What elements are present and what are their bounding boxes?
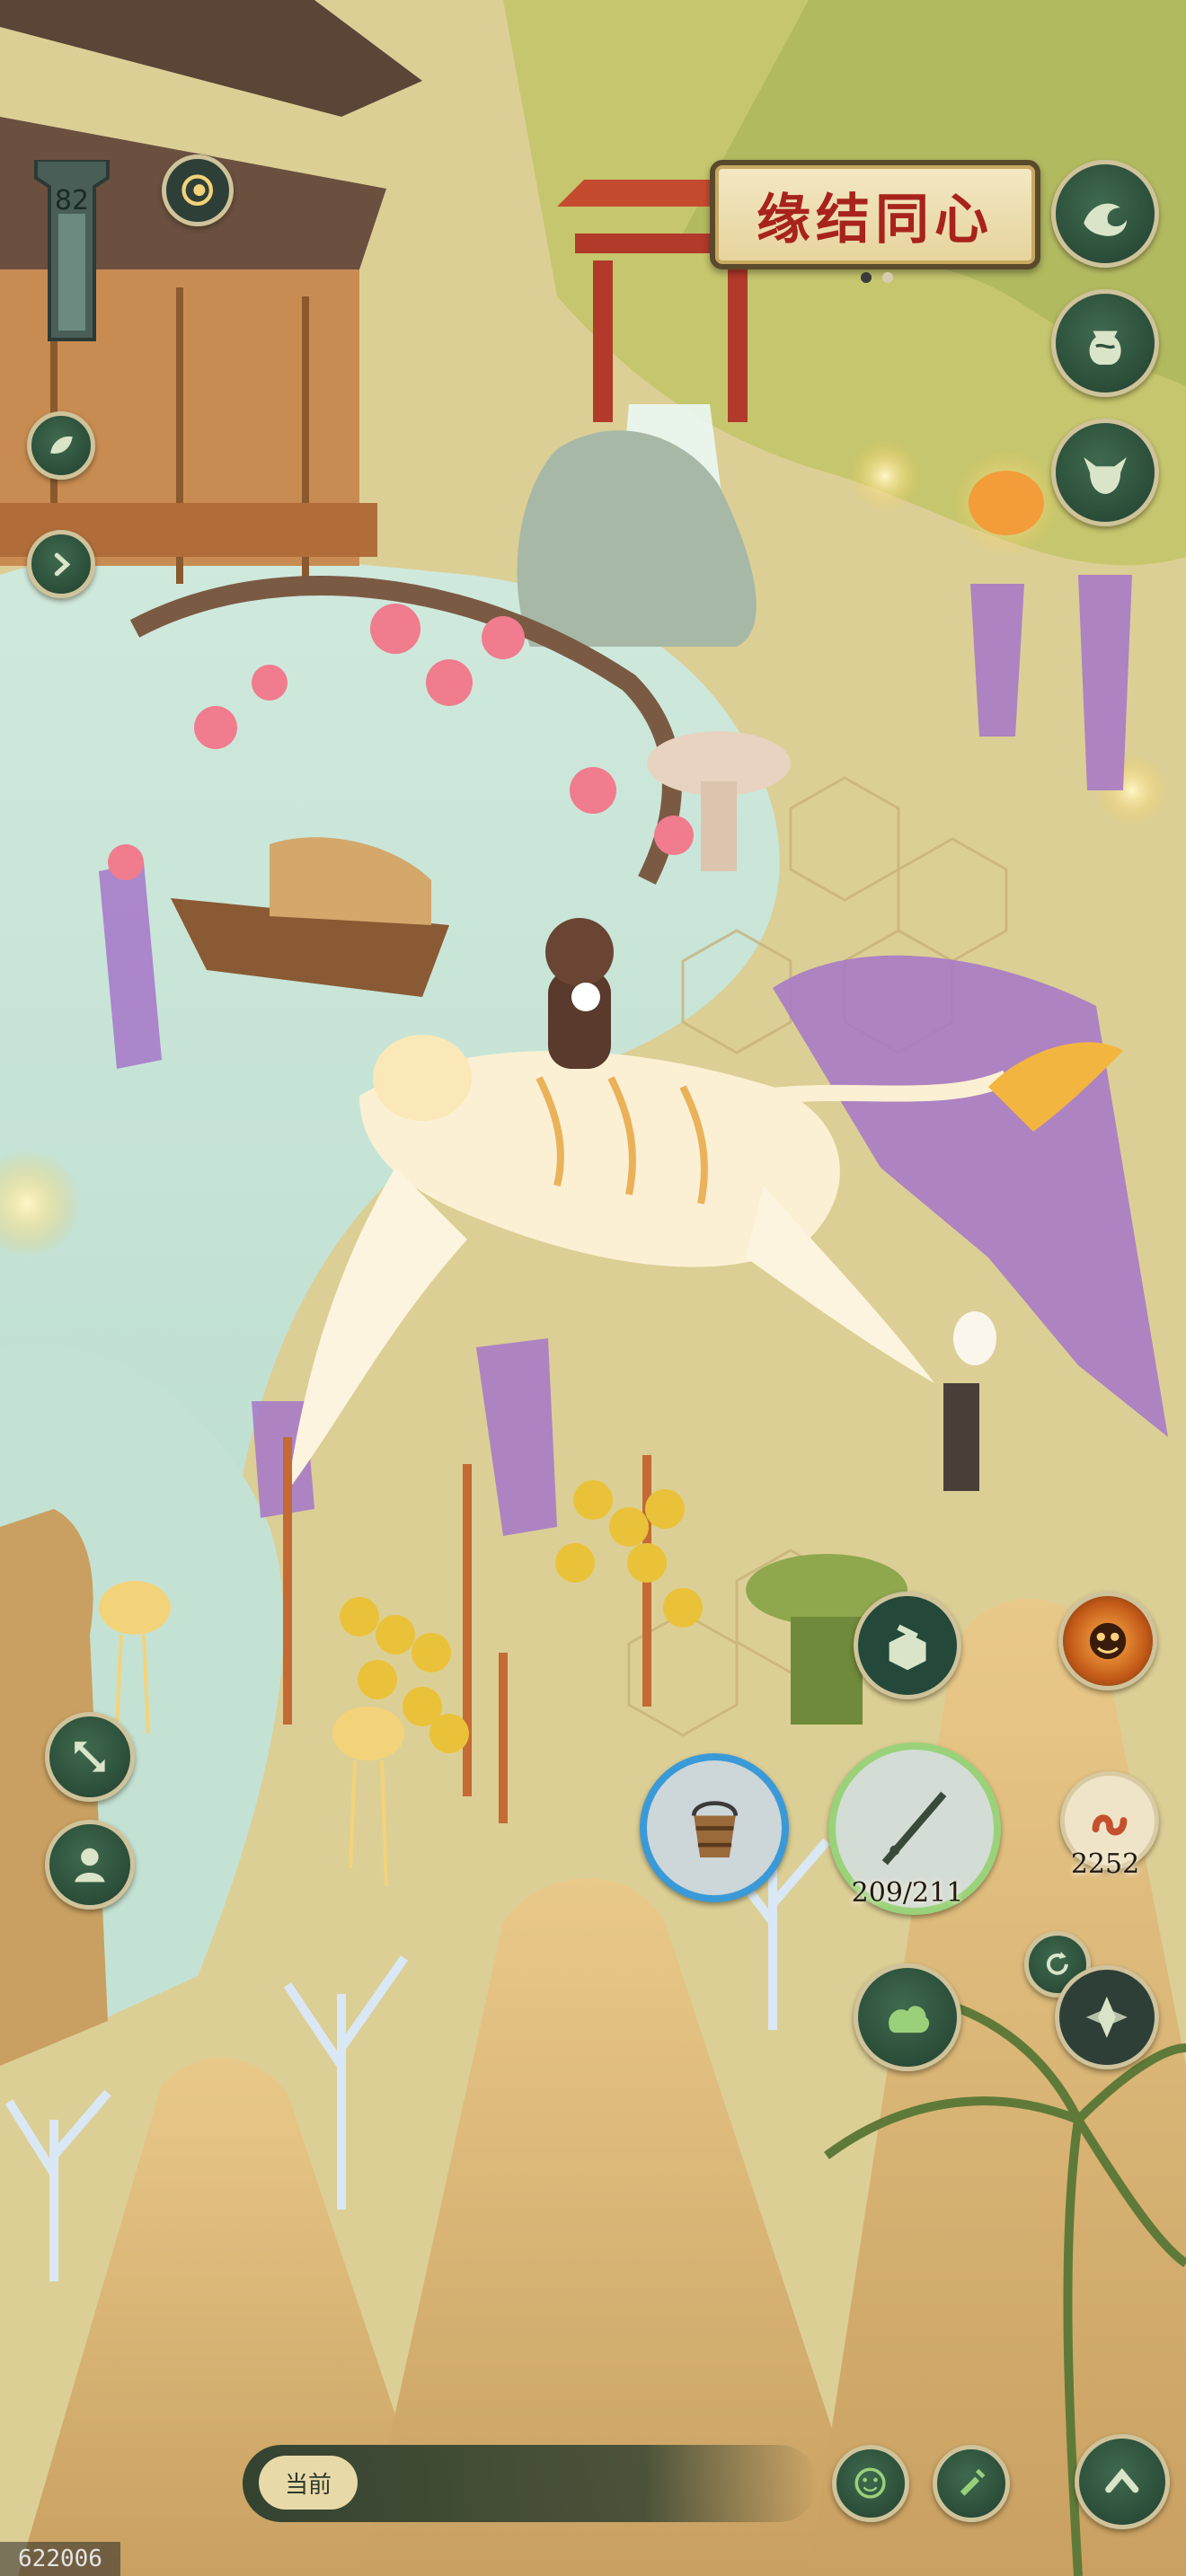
build-watermark: 622006 xyxy=(0,2542,120,2576)
bucket-tool-button[interactable] xyxy=(640,1753,789,1902)
fishing-rod-icon xyxy=(882,1792,947,1866)
bait-count-text: 2252 xyxy=(1070,1848,1140,1880)
expand-sidebar-button[interactable] xyxy=(27,530,95,598)
wave-menu-button[interactable] xyxy=(1051,160,1159,268)
emote-button[interactable] xyxy=(832,2445,909,2522)
jar-menu-button[interactable] xyxy=(1051,289,1159,397)
refresh-icon xyxy=(1047,1952,1068,1975)
cloud-skill-button[interactable] xyxy=(854,1963,961,2071)
compass-icon xyxy=(1085,1996,1128,2039)
banner-page-dots xyxy=(861,272,893,283)
game-scene-background xyxy=(0,0,1186,2576)
net-box-icon xyxy=(889,1624,926,1671)
jar-icon xyxy=(1089,331,1121,365)
ox-mask-menu-button[interactable] xyxy=(1051,419,1159,526)
chevron-up-icon xyxy=(1105,2468,1139,2493)
resize-view-button[interactable] xyxy=(45,1712,135,1802)
chevron-right-icon xyxy=(54,552,70,576)
rod-durability-text: 209/211 xyxy=(851,1877,964,1909)
smile-face-icon xyxy=(854,2467,887,2500)
player-level-text: 82 xyxy=(54,185,90,216)
current-channel-label[interactable]: 当前 xyxy=(259,2456,358,2510)
worm-bait-icon xyxy=(1092,1814,1128,1836)
collapse-menu-button[interactable] xyxy=(1075,2434,1170,2529)
lion-face-icon xyxy=(1089,1622,1127,1660)
leaf-menu-button[interactable] xyxy=(27,411,95,480)
event-banner-label: 缘结同心 xyxy=(757,188,994,251)
compass-button[interactable] xyxy=(1055,1965,1159,2069)
character-button[interactable] xyxy=(45,1820,135,1910)
scroll-quill-icon xyxy=(960,2469,986,2497)
journal-button[interactable] xyxy=(933,2445,1010,2522)
leaf-person-icon xyxy=(75,1848,105,1883)
cloud-swirl-icon xyxy=(889,2006,930,2033)
lion-dance-event-button[interactable] xyxy=(1058,1592,1157,1690)
bucket-icon xyxy=(691,1800,738,1857)
ox-mask-icon xyxy=(1084,456,1127,494)
spiral-icon xyxy=(181,174,214,207)
expand-arrows-icon xyxy=(75,1742,105,1772)
chat-bar[interactable]: 当前 xyxy=(243,2445,818,2522)
player-level-badge[interactable]: 82 xyxy=(27,158,117,348)
leaf-icon xyxy=(49,436,73,454)
fishing-net-button[interactable] xyxy=(854,1592,961,1699)
spiral-quest-button[interactable] xyxy=(162,154,234,226)
wave-icon xyxy=(1084,203,1127,236)
event-banner-button[interactable]: 缘结同心 xyxy=(710,160,1040,269)
